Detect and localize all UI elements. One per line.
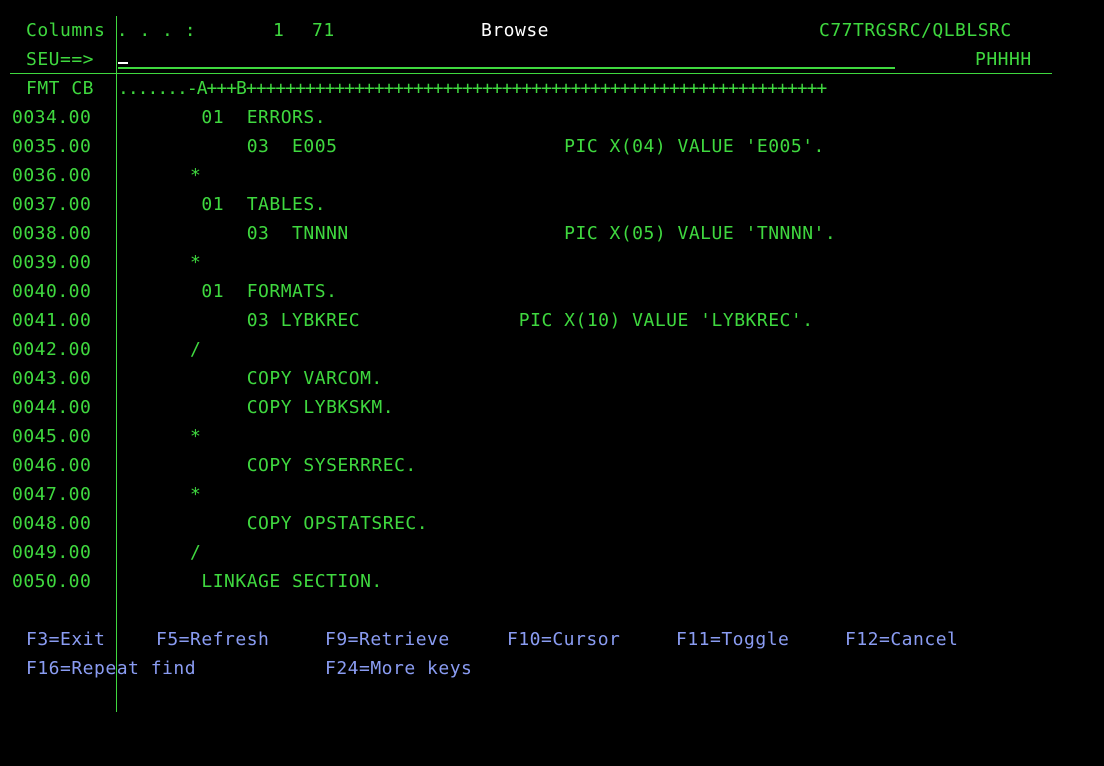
sequence-number[interactable]: 0044.00 <box>12 398 91 418</box>
f12-cancel-key[interactable]: F12=Cancel <box>845 630 958 650</box>
sequence-number[interactable]: 0037.00 <box>12 195 91 215</box>
source-text: / <box>122 339 202 360</box>
source-text: * <box>122 484 202 505</box>
source-line[interactable]: 0042.00 / <box>0 340 1104 360</box>
source-line[interactable]: 0049.00 / <box>0 543 1104 563</box>
command-input[interactable] <box>118 48 895 66</box>
f24-more-keys-key[interactable]: F24=More keys <box>325 659 472 679</box>
source-text: COPY LYBKSKM. <box>122 397 395 418</box>
sequence-number[interactable]: 0040.00 <box>12 282 91 302</box>
source-text: * <box>122 426 202 447</box>
source-text: COPY SYSERRREC. <box>122 455 417 476</box>
sequence-number[interactable]: 0050.00 <box>12 572 91 592</box>
source-text: 01 TABLES. <box>122 194 327 215</box>
source-text: 01 ERRORS. <box>122 107 327 128</box>
source-line[interactable]: 0040.00 01 FORMATS. <box>0 282 1104 302</box>
f5-refresh-key[interactable]: F5=Refresh <box>156 630 269 650</box>
sequence-number[interactable]: 0041.00 <box>12 311 91 331</box>
source-text: COPY OPSTATSREC. <box>122 513 429 534</box>
source-line[interactable]: 0041.00 03 LYBKREC PIC X(10) VALUE 'LYBK… <box>0 311 1104 331</box>
sequence-number[interactable]: 0049.00 <box>12 543 91 563</box>
member-name: PHHHH <box>975 49 1032 70</box>
member-path: C77TRGSRC/QLBLSRC <box>819 20 1012 41</box>
source-line[interactable]: 0050.00 LINKAGE SECTION. <box>0 572 1104 592</box>
sequence-number[interactable]: 0046.00 <box>12 456 91 476</box>
column-divider-line <box>116 16 117 712</box>
source-line[interactable]: 0034.00 01 ERRORS. <box>0 108 1104 128</box>
column-ruler: .......-A+++B+++++++++++++++++++++++++++… <box>118 78 827 99</box>
source-text: COPY VARCOM. <box>122 368 383 389</box>
source-text: LINKAGE SECTION. <box>122 571 383 592</box>
source-text: 03 LYBKREC PIC X(10) VALUE 'LYBKREC'. <box>122 310 814 331</box>
sequence-number[interactable]: 0047.00 <box>12 485 91 505</box>
columns-to: 71 <box>312 20 335 41</box>
source-text: * <box>122 165 202 186</box>
source-line[interactable]: 0038.00 03 TNNNN PIC X(05) VALUE 'TNNNN'… <box>0 224 1104 244</box>
columns-from: 1 <box>273 20 285 41</box>
source-text: / <box>122 542 202 563</box>
sequence-number[interactable]: 0042.00 <box>12 340 91 360</box>
source-line[interactable]: 0039.00 * <box>0 253 1104 273</box>
sequence-number[interactable]: 0048.00 <box>12 514 91 534</box>
sequence-number[interactable]: 0036.00 <box>12 166 91 186</box>
source-line[interactable]: 0046.00 COPY SYSERRREC. <box>0 456 1104 476</box>
text-cursor <box>118 62 128 64</box>
columns-label: Columns . . . : <box>26 20 197 41</box>
source-text: 01 FORMATS. <box>122 281 338 302</box>
source-line[interactable]: 0035.00 03 E005 PIC X(04) VALUE 'E005'. <box>0 137 1104 157</box>
command-prompt: SEU==> <box>26 49 95 70</box>
source-text: 03 E005 PIC X(04) VALUE 'E005'. <box>122 136 825 157</box>
source-line[interactable]: 0047.00 * <box>0 485 1104 505</box>
f3-exit-key[interactable]: F3=Exit <box>26 630 105 650</box>
source-line[interactable]: 0037.00 01 TABLES. <box>0 195 1104 215</box>
source-line[interactable]: 0043.00 COPY VARCOM. <box>0 369 1104 389</box>
f11-toggle-key[interactable]: F11=Toggle <box>676 630 789 650</box>
source-line[interactable]: 0044.00 COPY LYBKSKM. <box>0 398 1104 418</box>
source-text: 03 TNNNN PIC X(05) VALUE 'TNNNN'. <box>122 223 837 244</box>
command-input-underline <box>118 67 895 69</box>
f10-cursor-key[interactable]: F10=Cursor <box>507 630 620 650</box>
source-line[interactable]: 0036.00 * <box>0 166 1104 186</box>
sequence-number[interactable]: 0043.00 <box>12 369 91 389</box>
source-line[interactable]: 0045.00 * <box>0 427 1104 447</box>
source-text: * <box>122 252 202 273</box>
sequence-number[interactable]: 0034.00 <box>12 108 91 128</box>
mode-title: Browse <box>481 20 550 41</box>
source-line[interactable]: 0048.00 COPY OPSTATSREC. <box>0 514 1104 534</box>
f16-repeat-find-key[interactable]: F16=Repeat find <box>26 659 196 679</box>
sequence-number[interactable]: 0039.00 <box>12 253 91 273</box>
format-label: FMT CB <box>26 78 95 99</box>
sequence-number[interactable]: 0038.00 <box>12 224 91 244</box>
f9-retrieve-key[interactable]: F9=Retrieve <box>325 630 450 650</box>
sequence-number[interactable]: 0045.00 <box>12 427 91 447</box>
header-divider <box>10 73 1052 74</box>
sequence-number[interactable]: 0035.00 <box>12 137 91 157</box>
